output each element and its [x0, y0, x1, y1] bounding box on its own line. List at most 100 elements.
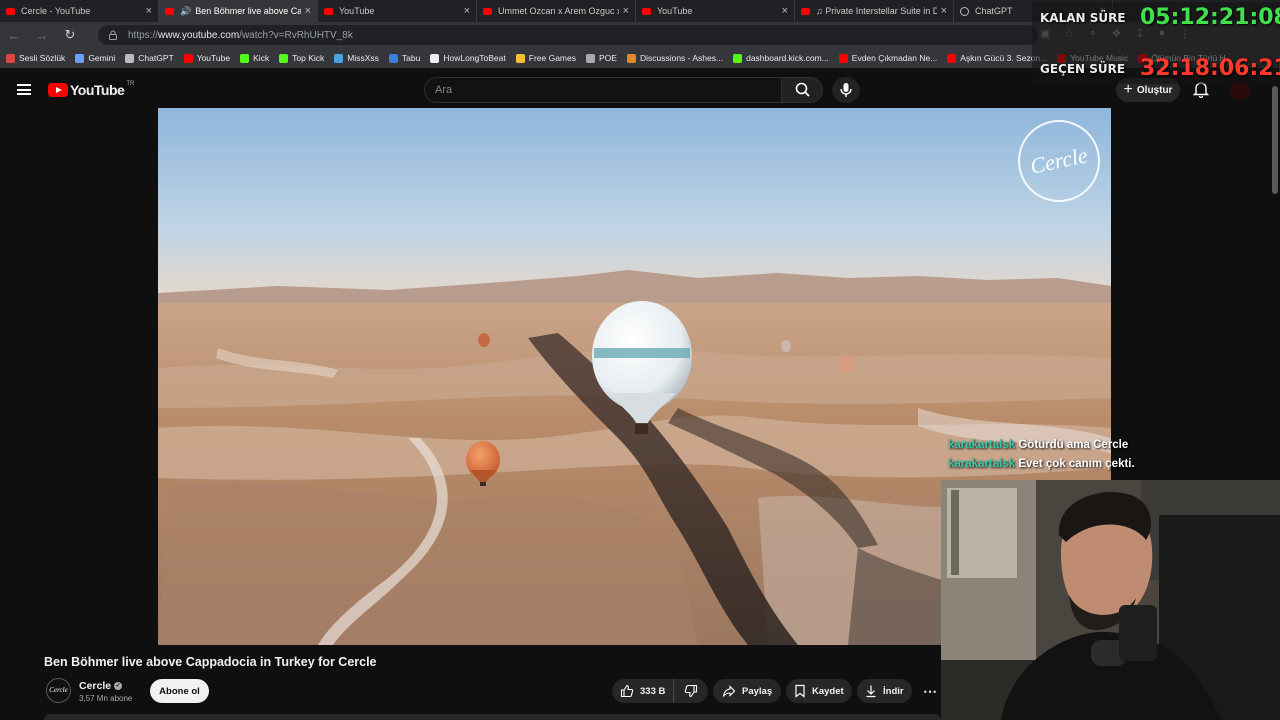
bookmark-item[interactable]: Kick	[240, 53, 269, 63]
youtube-icon	[6, 7, 15, 15]
address-bar[interactable]: https://www.youtube.com/watch?v=RvRhUHTV…	[98, 25, 1038, 45]
video-title: Ben Böhmer live above Cappadocia in Turk…	[44, 655, 377, 669]
url-prefix: https://	[128, 29, 159, 41]
youtube-icon	[483, 7, 492, 15]
tab-title: Cercle - YouTube	[21, 6, 91, 16]
speaker-icon[interactable]: 🔊	[180, 6, 191, 17]
bookmark-favicon-icon	[75, 53, 85, 63]
page-scrollbar[interactable]	[1272, 86, 1278, 194]
thumbs-up-icon	[620, 684, 634, 698]
save-button[interactable]: Kaydet	[786, 679, 852, 703]
subscribe-button[interactable]: Abone ol	[150, 679, 209, 703]
like-count: 333 B	[640, 685, 666, 697]
remaining-time-label: KALAN SÜRE	[1040, 11, 1126, 25]
search-button[interactable]	[781, 77, 823, 103]
bookmark-favicon-icon	[515, 53, 525, 63]
bookmark-item[interactable]: YouTube	[183, 53, 230, 63]
tab-title: YouTube	[657, 6, 693, 16]
tab-title: ♫ Private Interstellar Suite in De	[816, 6, 937, 16]
youtube-logo[interactable]: YouTube TR	[48, 81, 134, 98]
cercle-watermark-logo: Cercle	[1016, 118, 1102, 204]
webcam-overlay	[941, 480, 1280, 720]
close-tab-icon[interactable]: ×	[464, 5, 470, 17]
close-tab-icon[interactable]: ×	[941, 5, 947, 17]
like-button[interactable]: 333 B	[612, 679, 674, 703]
bookmark-label: Gemini	[88, 53, 116, 63]
bookmark-label: Top Kick	[292, 53, 325, 63]
youtube-play-icon	[48, 83, 68, 97]
site-info-icon[interactable]	[108, 30, 118, 40]
bookmark-favicon-icon	[6, 53, 15, 63]
bookmark-item[interactable]: MissXss	[334, 53, 379, 63]
bookmark-favicon-icon	[388, 53, 398, 63]
bookmark-item[interactable]: Evden Çıkmadan Ne...	[838, 53, 937, 63]
subscriber-count: 3,57 Mn abone	[79, 694, 133, 703]
youtube-icon	[642, 7, 651, 15]
browser-tab[interactable]: Cercle - YouTube ×	[0, 0, 159, 22]
channel-name-link[interactable]: Cercle ✓	[79, 680, 123, 692]
webcam-frame	[941, 480, 1280, 720]
chatgpt-icon	[960, 6, 969, 16]
browser-tab[interactable]: YouTube ×	[636, 0, 795, 22]
bookmark-item[interactable]: HowLongToBeat	[430, 53, 506, 63]
bookmark-label: HowLongToBeat	[443, 53, 506, 63]
bookmark-label: dashboard.kick.com...	[746, 53, 829, 63]
url-host: www.youtube.com	[158, 29, 240, 41]
close-tab-icon[interactable]: ×	[782, 5, 788, 17]
url-path: /watch?v=RvRhUHTV_8k	[239, 29, 353, 41]
dislike-button[interactable]	[674, 679, 708, 703]
bookmark-item[interactable]: Sesli Sözlük	[6, 53, 65, 63]
search-input[interactable]: Ara	[424, 77, 782, 103]
bookmark-favicon-icon	[334, 53, 344, 63]
channel-avatar[interactable]: Cercle	[46, 678, 71, 703]
share-icon	[722, 685, 736, 697]
bookmark-label: POE	[599, 53, 617, 63]
forward-icon[interactable]: →	[28, 28, 56, 43]
share-button[interactable]: Paylaş	[713, 679, 781, 703]
reload-icon[interactable]: ↻	[56, 27, 84, 43]
voice-search-button[interactable]	[832, 77, 860, 103]
chat-text: Evet çok canım çekti.	[1018, 458, 1135, 470]
browser-tab[interactable]: ♫ Private Interstellar Suite in De ×	[795, 0, 954, 22]
close-tab-icon[interactable]: ×	[146, 5, 152, 17]
youtube-icon	[165, 7, 174, 15]
bookmark-favicon-icon	[240, 53, 250, 63]
hamburger-menu-icon[interactable]	[17, 84, 31, 95]
browser-tab[interactable]: 🔊 Ben Böhmer live above Capp ×	[159, 0, 318, 22]
youtube-icon	[324, 7, 333, 15]
bookmark-favicon-icon	[586, 53, 595, 63]
download-label: İndir	[883, 685, 904, 697]
bookmark-item[interactable]: ChatGPT	[125, 53, 174, 63]
youtube-wordmark: YouTube	[70, 82, 125, 98]
tab-title: YouTube	[339, 6, 375, 16]
bookmark-item[interactable]: POE	[586, 53, 617, 63]
download-arrow-icon	[866, 685, 876, 698]
bookmark-favicon-icon	[430, 53, 440, 63]
create-label: Oluştur	[1136, 84, 1173, 96]
bookmark-item[interactable]: Tabu	[388, 53, 420, 63]
bookmark-item[interactable]: Gemini	[75, 53, 115, 63]
chat-message: karakartalsk Götürdü ama Cercle	[948, 436, 1135, 455]
bookmark-item[interactable]: Top Kick	[279, 53, 324, 63]
close-tab-icon[interactable]: ×	[305, 5, 311, 17]
bookmark-favicon-icon	[626, 53, 636, 63]
bookmark-label: MissXss	[347, 53, 379, 63]
download-button[interactable]: İndir	[857, 679, 912, 703]
tab-title: Ben Böhmer live above Capp	[195, 6, 300, 16]
stream-chat-overlay: karakartalsk Götürdü ama Cercle karakarta…	[948, 436, 1135, 474]
browser-tab[interactable]: Ummet Ozcan x Arem Ozguc x Ar ×	[477, 0, 636, 22]
bookmark-item[interactable]: dashboard.kick.com...	[733, 53, 829, 63]
chat-message: karakartalsk Evet çok canım çekti.	[948, 455, 1135, 474]
description-panel[interactable]	[44, 714, 941, 720]
search-icon	[795, 82, 810, 97]
bookmark-item[interactable]: Discussions - Ashes...	[626, 53, 723, 63]
browser-tab[interactable]: YouTube ×	[318, 0, 477, 22]
bookmark-item[interactable]: Free Games	[515, 53, 576, 63]
more-actions-icon[interactable]: ⋯	[919, 679, 941, 703]
back-icon[interactable]: ←	[0, 28, 28, 43]
share-label: Paylaş	[742, 685, 773, 697]
elapsed-time-label: GEÇEN SÜRE	[1040, 62, 1126, 76]
verified-badge-icon: ✓	[114, 682, 123, 690]
close-tab-icon[interactable]: ×	[623, 5, 629, 17]
elapsed-time-value: 32:18:06:21	[1140, 56, 1280, 81]
